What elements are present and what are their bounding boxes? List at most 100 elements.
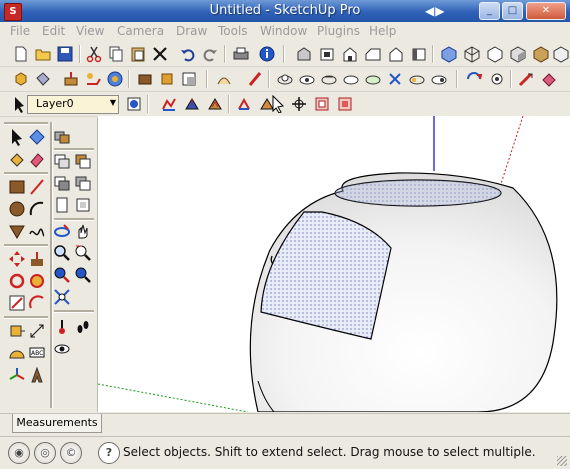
undo-icon[interactable] [179,45,197,63]
add-location-icon[interactable] [517,70,535,88]
walk-tool-icon[interactable] [74,318,92,336]
sandbox-from-contours-icon[interactable] [160,95,178,113]
hidden-line-style-icon[interactable] [486,45,504,63]
protractor-tool-icon[interactable] [8,344,26,362]
previous-tool-icon[interactable] [74,266,92,284]
textured-style-icon[interactable] [532,45,550,63]
copy-icon[interactable] [107,45,125,63]
erase-icon[interactable] [151,45,169,63]
close-button[interactable]: ✕ [526,2,566,20]
paste-icon[interactable] [129,45,147,63]
back-view-icon[interactable] [387,45,405,63]
section-cut-icon[interactable] [74,174,92,192]
add-detail-icon[interactable] [290,95,308,113]
flip-edge-icon[interactable] [313,95,331,113]
tape-measure-icon[interactable] [215,70,233,88]
line-tool-icon[interactable] [28,178,46,196]
resize-grip-icon[interactable] [557,456,567,466]
zoom-window-icon[interactable] [342,70,360,88]
group-tool-icon[interactable] [53,152,71,170]
orbit-tool-icon[interactable] [53,222,71,240]
menu-draw[interactable]: Draw [176,24,207,38]
layer-manager-icon[interactable] [125,95,143,113]
walk-icon[interactable] [465,70,483,88]
arc-tool-icon[interactable] [28,200,46,218]
menu-tools[interactable]: Tools [218,24,248,38]
components-tool-icon[interactable] [53,128,71,146]
zoom-extents-tool-icon[interactable] [53,266,71,284]
circle-tool-icon[interactable] [8,200,26,218]
make-component-icon[interactable] [12,70,30,88]
zoom-window-tool-icon[interactable] [74,244,92,262]
push-pull-tool-icon[interactable] [28,250,46,268]
position-camera-icon[interactable] [430,70,448,88]
select-tool-icon[interactable] [8,128,26,146]
position-camera-tool-icon[interactable] [53,318,71,336]
monochrome-style-icon[interactable] [552,45,570,63]
follow-me-tool-icon[interactable] [28,272,46,290]
pan-tool-icon[interactable] [74,222,92,240]
layer-dropdown[interactable]: Layer0 ▼ [27,95,119,114]
entity-info-icon[interactable] [53,196,71,214]
menu-view[interactable]: View [76,24,104,38]
print-icon[interactable] [232,45,250,63]
look-around-tool-icon[interactable] [53,340,71,358]
section-plane-icon[interactable] [246,70,264,88]
paint-bucket-tool-icon[interactable] [8,150,26,168]
move-icon[interactable] [136,70,154,88]
scale-tool-icon[interactable] [8,294,26,312]
3d-text-tool-icon[interactable] [28,366,46,384]
shaded-style-icon[interactable] [509,45,527,63]
freehand-tool-icon[interactable] [28,222,46,240]
rotate-tool-icon[interactable] [8,272,26,290]
sandbox-from-scratch-icon[interactable] [183,95,201,113]
paint-bucket-icon[interactable] [34,70,52,88]
menu-camera[interactable]: Camera [117,24,164,38]
get-models-icon[interactable] [540,70,558,88]
wireframe-style-icon[interactable] [463,45,481,63]
zoom-tool-icon[interactable] [53,244,71,262]
tape-measure-tool-icon[interactable] [8,322,26,340]
dimension-tool-icon[interactable] [28,322,46,340]
left-view-icon[interactable] [410,45,428,63]
stamp-icon[interactable] [235,95,253,113]
model-info-icon[interactable] [258,45,276,63]
viewport-canvas[interactable] [98,116,570,412]
materials-icon[interactable] [74,196,92,214]
polygon-tool-icon[interactable] [8,222,26,240]
smoove-icon[interactable] [206,95,224,113]
zoom-extents-all-icon[interactable] [53,288,71,306]
iso-view-icon[interactable] [295,45,313,63]
outliner-tool-icon[interactable] [74,152,92,170]
xray-style-icon[interactable] [440,45,458,63]
open-folder-icon[interactable] [34,45,52,63]
previous-view-icon[interactable] [386,70,404,88]
window-nav-arrows-icon[interactable]: ◀▶ [425,4,445,18]
right-view-icon[interactable] [364,45,382,63]
orbit-icon[interactable] [276,70,294,88]
make-component-tool-icon[interactable] [28,128,46,146]
rectangle-tool-icon[interactable] [8,178,26,196]
section-fill-icon[interactable] [53,174,71,192]
minimize-button[interactable]: _ [479,2,500,20]
maximize-button[interactable]: □ [502,2,523,20]
scale-icon[interactable] [180,70,198,88]
credits-icon[interactable]: ◎ [34,442,56,464]
offset-tool-icon[interactable] [28,294,46,312]
look-around-icon[interactable] [488,70,506,88]
geo-location-icon[interactable]: ◉ [8,442,30,464]
menu-window[interactable]: Window [260,24,307,38]
axes-tool-icon[interactable] [8,366,26,384]
menu-file[interactable]: File [10,24,30,38]
zoom-extents-icon[interactable] [364,70,382,88]
pan-icon[interactable] [298,70,316,88]
offset-icon[interactable] [106,70,124,88]
top-view-icon[interactable] [318,45,336,63]
next-view-icon[interactable] [408,70,426,88]
redo-icon[interactable] [201,45,219,63]
eraser-tool-icon[interactable] [28,150,46,168]
rotate-icon[interactable] [158,70,176,88]
cut-icon[interactable] [85,45,103,63]
layer-select-arrow-icon[interactable] [10,95,24,113]
scenes-icon[interactable] [336,95,354,113]
